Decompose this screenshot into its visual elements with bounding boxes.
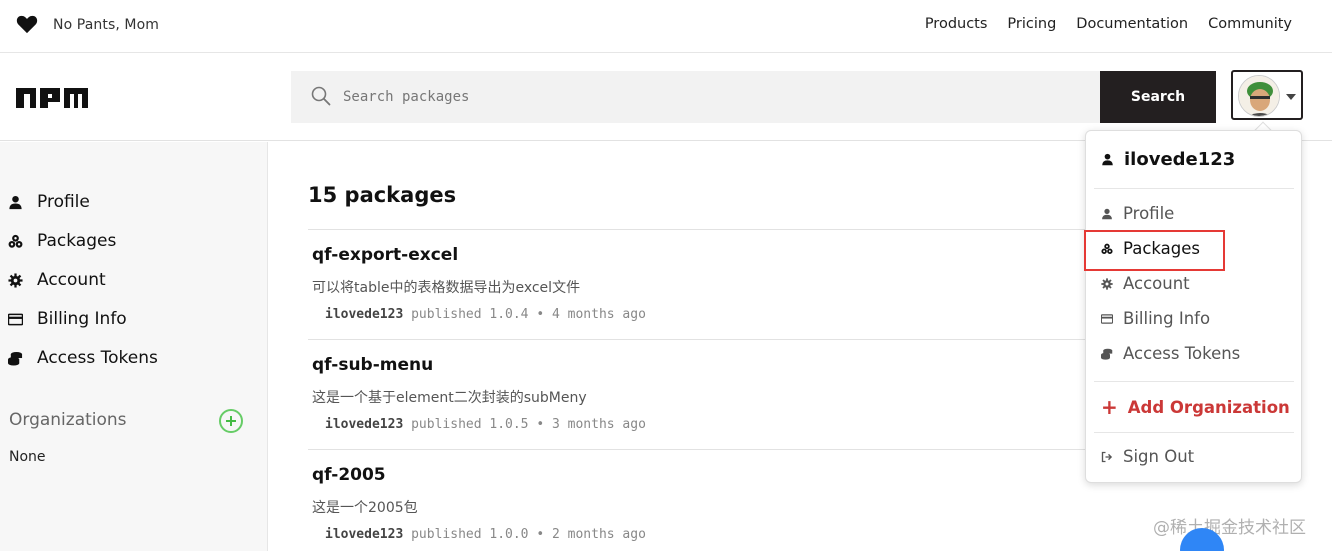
sign-out-label: Sign Out [1123, 447, 1195, 466]
nav-community[interactable]: Community [1208, 16, 1292, 32]
search-box [291, 71, 1100, 123]
coins-icon [1101, 348, 1113, 360]
publish-info: published 1.0.4 • 4 months ago [411, 307, 646, 322]
plus-icon: + [1101, 395, 1118, 419]
divider [308, 229, 1128, 230]
add-organization-label: Add Organization [1127, 397, 1290, 417]
sidebar-item-access-tokens[interactable]: Access Tokens [8, 348, 158, 368]
divider [1094, 188, 1294, 189]
dropdown-item-account[interactable]: Account [1101, 274, 1190, 293]
dropdown-item-billing-info[interactable]: Billing Info [1101, 309, 1210, 328]
sign-out-icon [1101, 451, 1113, 462]
organizations-empty: None [9, 449, 46, 465]
top-nav: Products Pricing Documentation Community [925, 16, 1292, 32]
sidebar: Profile Packages Account Billing Info Ac… [0, 142, 268, 551]
user-icon [9, 195, 22, 209]
heart-icon[interactable] [16, 14, 38, 34]
add-organization-icon[interactable] [219, 409, 243, 433]
gear-icon [8, 272, 23, 288]
divider [308, 339, 1128, 340]
nav-products[interactable]: Products [925, 16, 988, 32]
top-bar: No Pants, Mom Products Pricing Documenta… [0, 0, 1332, 53]
divider [1094, 381, 1294, 382]
divider [308, 449, 1128, 450]
dropdown-username: ilovede123 [1101, 149, 1235, 170]
publish-info: published 1.0.5 • 3 months ago [411, 417, 646, 432]
sidebar-item-label: Access Tokens [37, 348, 158, 368]
gear-icon [1101, 277, 1113, 290]
dropdown-item-label: Billing Info [1123, 309, 1211, 328]
search-icon [311, 86, 331, 106]
search-input[interactable] [343, 71, 1083, 123]
package-name-link[interactable]: qf-export-excel [312, 245, 458, 265]
avatar [1238, 75, 1280, 117]
npm-logo[interactable] [16, 88, 88, 108]
organizations-title: Organizations [9, 410, 127, 430]
username-text: ilovede123 [1124, 149, 1236, 170]
user-dropdown-menu: ilovede123 Profile Packages Account Bill… [1084, 130, 1302, 483]
nav-pricing[interactable]: Pricing [1007, 16, 1056, 32]
header: Search [0, 53, 1332, 141]
add-organization-button[interactable]: + Add Organization [1101, 395, 1290, 419]
publisher-link[interactable]: ilovede123 [325, 527, 403, 542]
package-description: 这是一个2005包 [312, 500, 418, 516]
sidebar-item-label: Account [37, 270, 106, 290]
user-icon [1102, 153, 1113, 166]
sidebar-item-profile[interactable]: Profile [8, 192, 90, 212]
sidebar-item-account[interactable]: Account [8, 270, 106, 290]
package-name-link[interactable]: qf-sub-menu [312, 355, 433, 375]
packages-icon [8, 234, 23, 248]
dropdown-item-label: Profile [1123, 204, 1175, 223]
dropdown-item-access-tokens[interactable]: Access Tokens [1101, 344, 1240, 363]
avatar-image-icon [1239, 76, 1279, 116]
credit-card-icon [8, 313, 23, 325]
avatar-menu-button[interactable] [1231, 70, 1303, 120]
chevron-down-icon [1286, 94, 1296, 100]
publisher-link[interactable]: ilovede123 [325, 307, 403, 322]
tagline[interactable]: No Pants, Mom [53, 17, 159, 33]
divider [1094, 432, 1294, 433]
package-meta: ilovede123 published 1.0.5 • 3 months ag… [325, 417, 646, 432]
package-description: 这是一个基于element二次封装的subMeny [312, 390, 587, 406]
sidebar-item-packages[interactable]: Packages [8, 231, 116, 251]
highlight-box [1084, 230, 1225, 271]
package-description: 可以将table中的表格数据导出为excel文件 [312, 280, 581, 296]
nav-documentation[interactable]: Documentation [1076, 16, 1188, 32]
sidebar-item-billing-info[interactable]: Billing Info [8, 309, 127, 329]
sidebar-item-label: Packages [37, 231, 117, 251]
package-meta: ilovede123 published 1.0.4 • 4 months ag… [325, 307, 646, 322]
dropdown-item-label: Account [1123, 274, 1190, 293]
credit-card-icon [1101, 313, 1113, 324]
package-count: 15 packages [308, 183, 457, 207]
sidebar-item-label: Profile [37, 192, 90, 212]
publisher-link[interactable]: ilovede123 [325, 417, 403, 432]
watermark: @稀土掘金技术社区 [1153, 518, 1306, 538]
coins-icon [8, 351, 23, 366]
sign-out-button[interactable]: Sign Out [1101, 447, 1194, 466]
publish-info: published 1.0.0 • 2 months ago [411, 527, 646, 542]
package-meta: ilovede123 published 1.0.0 • 2 months ag… [325, 527, 646, 542]
search-button[interactable]: Search [1100, 71, 1216, 123]
user-icon [1102, 208, 1112, 219]
dropdown-item-profile[interactable]: Profile [1101, 204, 1174, 223]
package-name-link[interactable]: qf-2005 [312, 465, 386, 485]
sidebar-item-label: Billing Info [37, 309, 127, 329]
dropdown-item-label: Access Tokens [1123, 344, 1241, 363]
